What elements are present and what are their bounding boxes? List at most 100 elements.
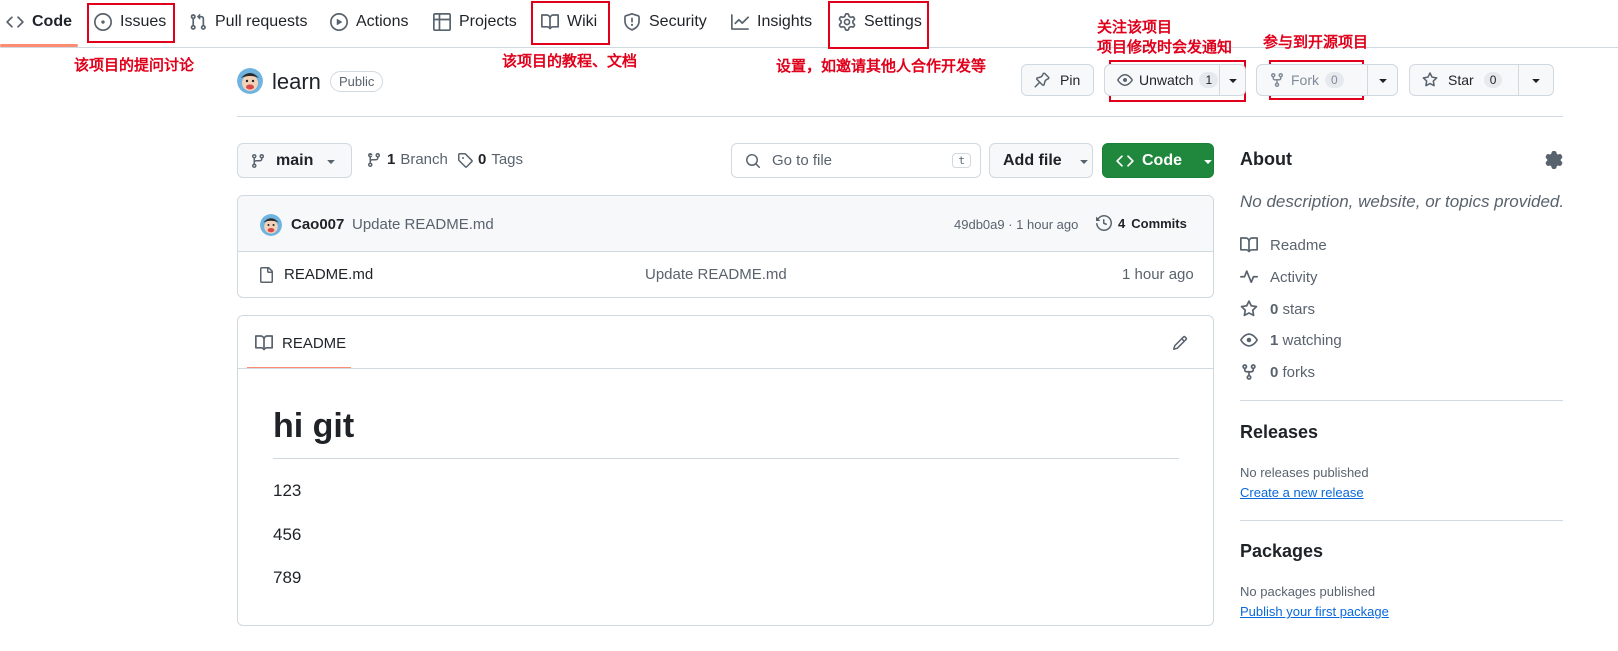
fork-label: Fork <box>1291 72 1319 88</box>
about-title: About <box>1240 149 1292 169</box>
watching-label: watching <box>1282 331 1342 349</box>
code-label: Code <box>1142 151 1182 169</box>
gear-icon <box>838 13 856 31</box>
star-dropdown-button[interactable] <box>1519 65 1553 95</box>
add-file-button[interactable]: Add file <box>989 143 1093 178</box>
search-placeholder: Go to file <box>772 152 833 169</box>
repo-forked-icon <box>1269 72 1285 88</box>
book-icon <box>1240 236 1258 254</box>
tab-label: Wiki <box>567 13 598 30</box>
unwatch-button[interactable]: Unwatch 1 <box>1105 72 1219 88</box>
watching-count: 1 <box>1270 331 1279 349</box>
tab-actions[interactable]: Actions <box>330 0 408 44</box>
git-branch-icon <box>366 152 382 168</box>
about-readme-link[interactable]: Readme <box>1240 236 1327 254</box>
eye-icon <box>1240 331 1258 349</box>
tags-link[interactable]: 0 Tags <box>457 151 523 168</box>
file-table: Cao007 Update README.md 49db0a9 · 1 hour… <box>237 195 1214 298</box>
branches-link[interactable]: 1 Branch <box>366 151 448 168</box>
readme-tab[interactable]: README <box>255 334 346 352</box>
tab-code[interactable]: Code <box>6 0 72 44</box>
play-icon <box>330 13 348 31</box>
search-icon <box>745 153 761 169</box>
file-commit-message[interactable]: Update README.md <box>645 266 787 283</box>
tab-insights[interactable]: Insights <box>731 0 812 44</box>
tab-settings[interactable]: Settings <box>838 0 922 44</box>
tab-label: Actions <box>356 13 409 30</box>
go-to-file-search[interactable]: Go to file t <box>731 143 981 178</box>
pin-button[interactable]: Pin <box>1021 64 1094 96</box>
packages-title[interactable]: Packages <box>1240 541 1323 562</box>
fork-button-group: Fork 0 <box>1256 64 1398 96</box>
tab-label: Pull requests <box>215 13 308 30</box>
heading-divider <box>273 458 1179 459</box>
book-icon <box>255 334 273 352</box>
readme-panel: README hi git 123 456 789 <box>237 315 1214 626</box>
branch-selector[interactable]: main <box>237 143 352 178</box>
tab-projects[interactable]: Projects <box>433 0 517 44</box>
tab-label: Security <box>649 13 707 30</box>
commit-author[interactable]: Cao007 <box>291 216 344 233</box>
tags-count: 0 <box>478 151 487 168</box>
fork-dropdown-button[interactable] <box>1368 65 1398 95</box>
annotation-watch-line2: 项目修改时会发通知 <box>1097 38 1233 56</box>
header-divider <box>237 116 1563 117</box>
readme-paragraph: 456 <box>273 525 302 544</box>
gear-icon[interactable] <box>1545 151 1563 169</box>
tab-wiki[interactable]: Wiki <box>541 0 597 44</box>
tab-label: Code <box>32 13 72 30</box>
triangle-down-icon <box>1200 153 1216 169</box>
commit-hash-time[interactable]: 49db0a9 · 1 hour ago <box>954 217 1078 232</box>
publish-package-link[interactable]: Publish your first package <box>1240 604 1389 619</box>
releases-title[interactable]: Releases <box>1240 422 1318 443</box>
about-description: No description, website, or topics provi… <box>1240 192 1565 211</box>
commit-message[interactable]: Update README.md <box>352 216 494 233</box>
watch-dropdown-button[interactable] <box>1220 65 1246 95</box>
tab-label: Projects <box>459 13 517 30</box>
commits-history-link[interactable]: 4 Commits <box>1096 215 1187 231</box>
table-row[interactable]: README.md Update README.md 1 hour ago <box>238 252 1213 298</box>
annotation-settings: 设置，如邀请其他人合作开发等 <box>776 57 987 75</box>
stars-count: 0 <box>1270 300 1279 318</box>
tab-issues[interactable]: Issues <box>94 0 166 44</box>
annotation-issues: 该项目的提问讨论 <box>74 56 195 74</box>
about-activity-link[interactable]: Activity <box>1240 268 1318 286</box>
file-icon <box>258 267 274 283</box>
tab-label: Settings <box>864 13 922 30</box>
stars-label: stars <box>1282 300 1316 318</box>
triangle-down-icon <box>323 153 339 169</box>
create-release-link[interactable]: Create a new release <box>1240 485 1364 500</box>
about-forks-link[interactable]: 0 forks <box>1240 363 1315 381</box>
about-watching-link[interactable]: 1 watching <box>1240 331 1342 349</box>
annotation-fork: 参与到开源项目 <box>1263 33 1369 51</box>
repo-owner-avatar[interactable] <box>237 68 263 94</box>
star-counter: 0 <box>1483 72 1503 88</box>
about-stars-link[interactable]: 0 stars <box>1240 300 1315 318</box>
star-icon <box>1240 300 1258 318</box>
file-name[interactable]: README.md <box>284 266 373 283</box>
star-button[interactable]: Star 0 <box>1410 72 1518 88</box>
commit-author-avatar[interactable] <box>260 214 282 236</box>
tab-pull-requests[interactable]: Pull requests <box>189 0 308 44</box>
tab-label: Issues <box>120 13 167 30</box>
tab-security[interactable]: Security <box>623 0 707 44</box>
pin-label: Pin <box>1060 72 1081 88</box>
repo-name[interactable]: learn <box>272 69 321 95</box>
triangle-down-icon <box>1076 153 1092 169</box>
about-activity-label: Activity <box>1270 268 1318 286</box>
add-file-label: Add file <box>1003 151 1062 169</box>
code-button[interactable]: Code <box>1102 143 1214 178</box>
unwatch-label: Unwatch <box>1139 72 1194 88</box>
search-shortcut-key: t <box>952 153 971 168</box>
eye-icon <box>1117 72 1133 88</box>
tag-icon <box>457 152 473 168</box>
pin-icon <box>1034 72 1050 88</box>
fork-button[interactable]: Fork 0 <box>1257 72 1367 88</box>
pencil-icon[interactable] <box>1172 335 1188 351</box>
active-tab-indicator <box>0 44 78 47</box>
code-icon <box>1116 152 1134 170</box>
visibility-badge: Public <box>330 71 384 92</box>
packages-empty-text: No packages published <box>1240 584 1376 599</box>
file-updated-time: 1 hour ago <box>1122 266 1194 283</box>
git-branch-icon <box>250 153 266 169</box>
